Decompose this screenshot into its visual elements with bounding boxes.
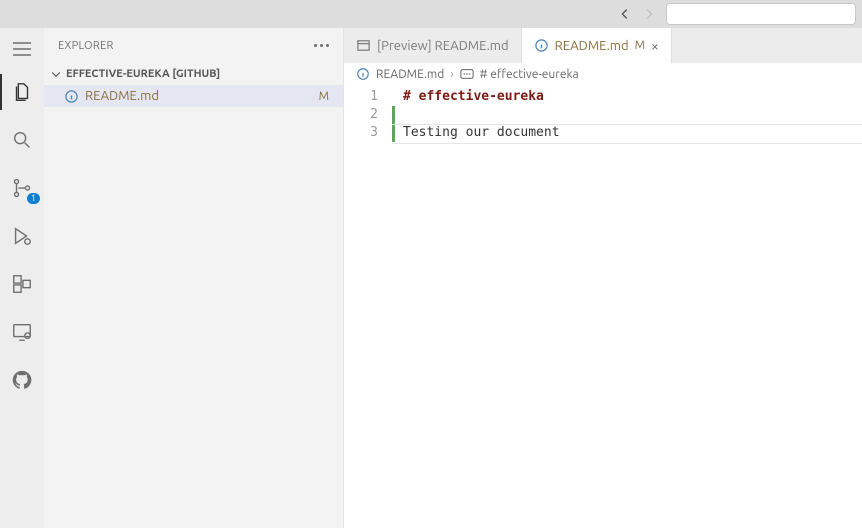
title-bar xyxy=(0,0,862,28)
scm-badge: 1 xyxy=(27,193,40,204)
breadcrumb[interactable]: README.md › # effective-eureka xyxy=(344,63,862,85)
symbol-string-icon xyxy=(460,68,474,80)
line-number: 1 xyxy=(344,88,378,106)
activity-bar: 1 xyxy=(0,28,44,528)
file-name-label: README.md xyxy=(85,89,313,103)
breadcrumb-separator: › xyxy=(450,68,453,81)
line-number: 3 xyxy=(344,124,378,142)
close-icon[interactable]: × xyxy=(651,39,659,53)
remote-explorer-icon[interactable] xyxy=(10,320,34,344)
line-number-gutter: 1 2 3 xyxy=(344,85,392,528)
code-line: # effective-eureka xyxy=(403,88,544,106)
command-center-input[interactable] xyxy=(666,3,856,25)
tab-editor[interactable]: README.md M × xyxy=(522,28,672,63)
tab-editor-status: M xyxy=(635,39,645,52)
github-icon[interactable] xyxy=(10,368,34,392)
nav-back-button[interactable] xyxy=(618,7,632,21)
nav-forward-button[interactable] xyxy=(642,7,656,21)
file-scm-status: M xyxy=(319,90,329,103)
folder-section-label: EFFECTIVE-EUREKA [GITHUB] xyxy=(66,68,220,80)
explorer-sidebar: EXPLORER EFFECTIVE-EUREKA [GITHUB] READM… xyxy=(44,28,344,528)
code-line: Testing our document xyxy=(403,124,560,142)
file-tree-item[interactable]: README.md M xyxy=(44,85,343,107)
menu-icon[interactable] xyxy=(13,42,31,56)
run-debug-icon[interactable] xyxy=(10,224,34,248)
breadcrumb-symbol: # effective-eureka xyxy=(480,68,579,81)
readme-file-icon xyxy=(534,38,549,53)
tab-preview-label: [Preview] README.md xyxy=(377,39,509,53)
chevron-down-icon xyxy=(50,68,62,80)
search-icon[interactable] xyxy=(10,128,34,152)
readme-file-icon xyxy=(356,67,370,81)
editor-tabs: [Preview] README.md README.md M × xyxy=(344,28,862,63)
editor-group: [Preview] README.md README.md M × README… xyxy=(344,28,862,528)
breadcrumb-file: README.md xyxy=(376,68,444,81)
readme-file-icon xyxy=(64,89,79,104)
preview-icon xyxy=(356,38,371,53)
explorer-icon[interactable] xyxy=(10,80,34,104)
folder-section-header[interactable]: EFFECTIVE-EUREKA [GITHUB] xyxy=(44,63,343,85)
extensions-icon[interactable] xyxy=(10,272,34,296)
code-editor[interactable]: 1 2 3 # effective-eureka Testing our doc… xyxy=(344,85,862,528)
line-number: 2 xyxy=(344,106,378,124)
tab-preview[interactable]: [Preview] README.md xyxy=(344,28,522,63)
sidebar-more-icon[interactable] xyxy=(314,44,329,47)
source-control-icon[interactable]: 1 xyxy=(10,176,34,200)
tab-editor-label: README.md xyxy=(555,39,629,53)
sidebar-title: EXPLORER xyxy=(58,40,114,52)
